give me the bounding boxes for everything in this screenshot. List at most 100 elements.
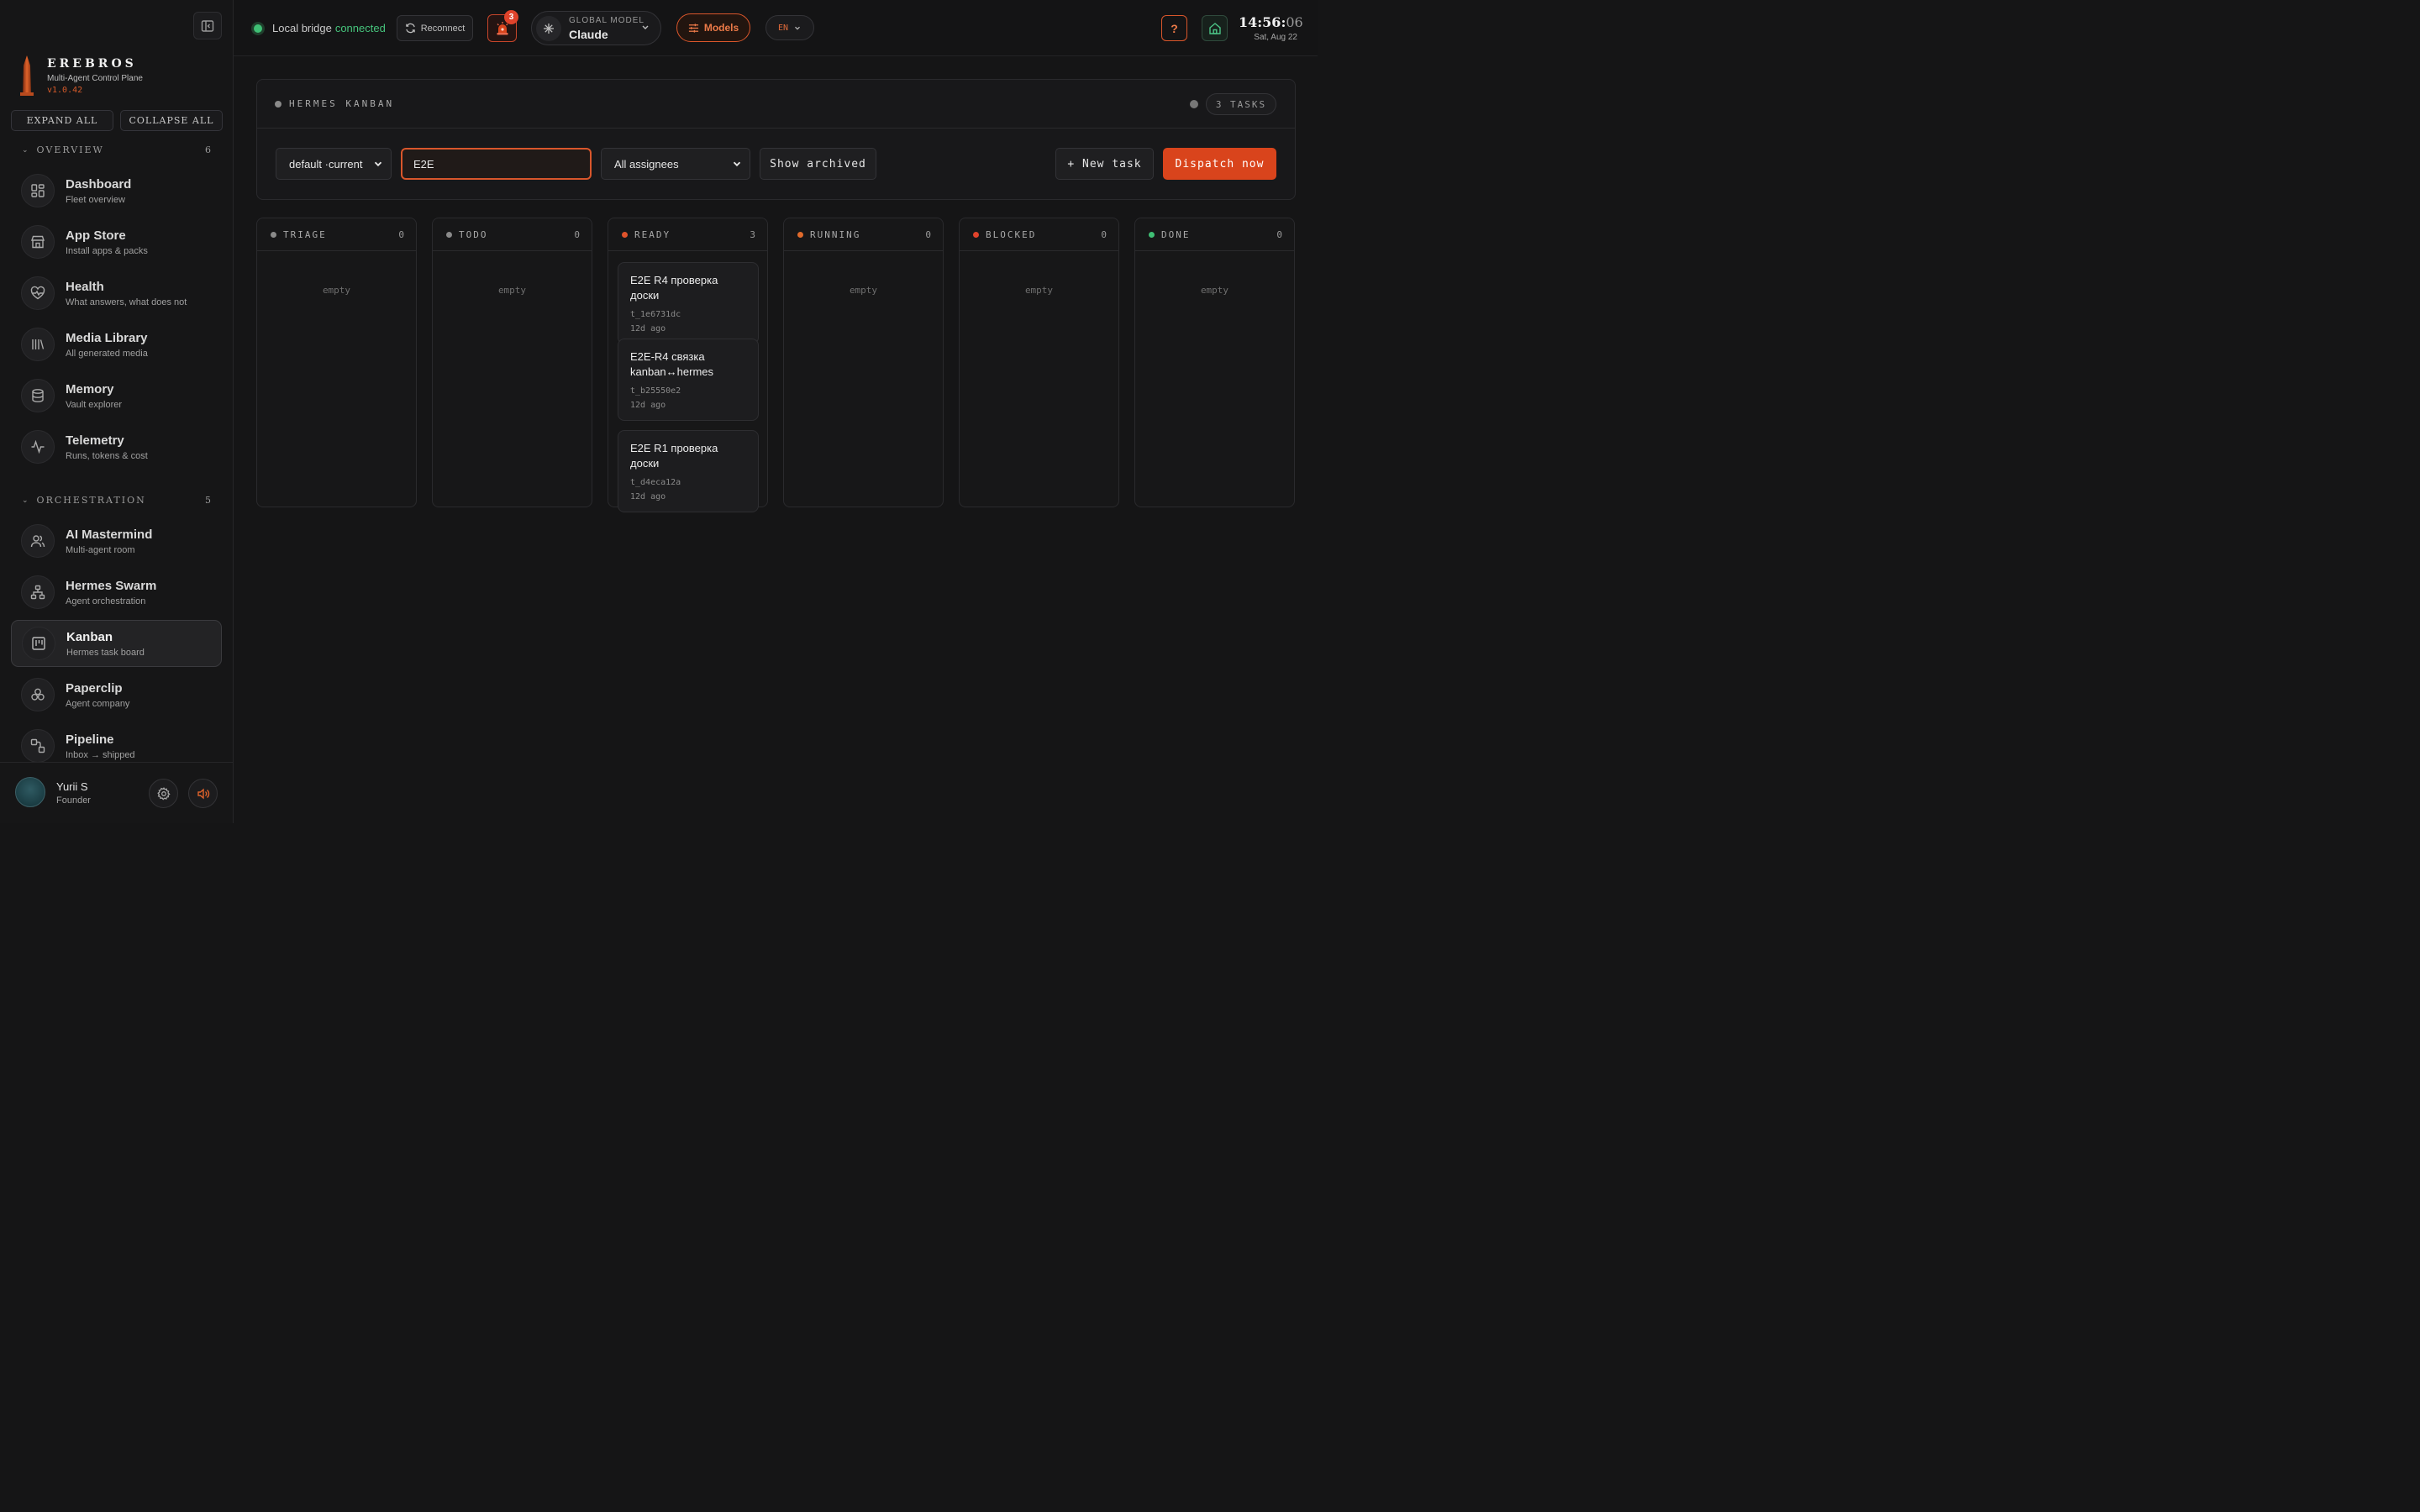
alerts-count-badge: 3: [504, 10, 518, 24]
column-header: RUNNING 0: [784, 218, 943, 251]
task-id: t_1e6731dc: [630, 310, 681, 319]
global-model-picker[interactable]: GLOBAL MODEL Claude: [531, 11, 661, 45]
sidebar-item-hermes-swarm[interactable]: Hermes Swarm Agent orchestration: [11, 569, 222, 616]
task-title: E2E-R4 связка kanban↔hermes: [630, 350, 713, 378]
task-id: t_d4eca12a: [630, 478, 681, 487]
speaker-icon: [197, 787, 209, 800]
expand-all-button[interactable]: EXPAND ALL: [11, 110, 113, 131]
task-title: E2E R1 проверка доски: [630, 442, 718, 470]
chevron-down-icon: [733, 161, 741, 167]
sidebar-item-app-store[interactable]: App Store Install apps & packs: [11, 218, 222, 265]
assignees-select[interactable]: All assignees: [601, 148, 750, 180]
tasks-count-badge: 3 TASKS: [1206, 93, 1276, 115]
new-task-button[interactable]: + New task: [1055, 148, 1154, 180]
user-bar: Yurii S Founder: [0, 762, 234, 823]
pipeline-icon: [21, 729, 55, 763]
user-name: Yurii S: [56, 780, 88, 793]
section-header-overview[interactable]: ⌄ OVERVIEW 6: [22, 144, 211, 155]
heart-pulse-icon: [21, 276, 55, 310]
search-input[interactable]: E2E: [401, 148, 592, 180]
status-dot-icon: [446, 231, 452, 238]
sidebar-toggle-button[interactable]: [193, 12, 222, 39]
column-empty-label: empty: [497, 285, 527, 296]
home-button[interactable]: [1202, 15, 1228, 41]
help-icon: ?: [1171, 21, 1178, 35]
dashboard-icon: [21, 174, 55, 207]
sidebar-panel-icon: [201, 19, 214, 32]
column-ready: READY 3 E2E R4 проверка доски t_1e6731dc…: [608, 218, 768, 512]
global-model-label: GLOBAL MODEL: [569, 16, 644, 25]
section-header-orchestration[interactable]: ⌄ ORCHESTRATION 5: [22, 495, 211, 506]
status-dot-icon: [622, 231, 628, 238]
sidebar-item-media-library[interactable]: Media Library All generated media: [11, 321, 222, 368]
task-card[interactable]: E2E-R4 связка kanban↔hermes t_b25550e2 1…: [618, 339, 759, 421]
column-empty-label: empty: [1024, 285, 1054, 296]
status-dot-icon: [271, 231, 276, 238]
status-dot-icon: [275, 100, 281, 108]
top-bar: Local bridge connected Reconnect 3 GLOBA…: [234, 0, 1318, 56]
dispatch-now-button[interactable]: Dispatch now: [1163, 148, 1276, 180]
bridge-connected-label: connected: [334, 22, 386, 34]
language-select[interactable]: EN: [765, 15, 814, 40]
brand-subtitle: Multi-Agent Control Plane: [47, 74, 143, 83]
column-blocked: BLOCKED 0 empty: [959, 218, 1119, 507]
sidebar-item-ai-mastermind[interactable]: AI Mastermind Multi-agent room: [11, 517, 222, 564]
sparkle-icon: [536, 16, 561, 41]
sidebar: EREBROS Multi-Agent Control Plane v1.0.4…: [0, 0, 234, 823]
column-empty-label: empty: [849, 285, 878, 296]
column-todo: TODO 0 empty: [432, 218, 592, 507]
task-age: 12d ago: [630, 492, 666, 501]
task-age: 12d ago: [630, 324, 666, 333]
task-card[interactable]: E2E R1 проверка доски t_d4eca12a 12d ago: [618, 430, 759, 512]
kanban-panel-header: HERMES KANBAN 3 TASKS: [257, 80, 1295, 129]
task-age: 12d ago: [630, 401, 666, 410]
sidebar-item-paperclip[interactable]: Paperclip Agent company: [11, 671, 222, 718]
brand-version: v1.0.42: [47, 86, 83, 95]
sidebar-item-memory[interactable]: Memory Vault explorer: [11, 372, 222, 419]
sidebar-item-dashboard[interactable]: Dashboard Fleet overview: [11, 167, 222, 214]
chevron-down-icon: ⌄: [22, 145, 30, 155]
home-icon: [1208, 22, 1221, 34]
task-card[interactable]: E2E R4 проверка доски t_1e6731dc 12d ago: [618, 262, 759, 344]
help-button[interactable]: ?: [1161, 15, 1187, 41]
global-model-value: Claude: [569, 28, 608, 41]
column-header: BLOCKED 0: [960, 218, 1118, 251]
sidebar-item-kanban[interactable]: Kanban Hermes task board: [11, 620, 222, 667]
sidebar-item-telemetry[interactable]: Telemetry Runs, tokens & cost: [11, 423, 222, 470]
brand: EREBROS Multi-Agent Control Plane v1.0.4…: [17, 55, 143, 96]
column-header: TRIAGE 0: [257, 218, 416, 251]
tasks-status-dot-icon: [1190, 100, 1198, 108]
circles-icon: [21, 678, 55, 711]
avatar[interactable]: [15, 777, 45, 807]
bridge-status: Local bridge connected: [254, 22, 386, 34]
page-title: HERMES KANBAN: [275, 98, 394, 109]
clock-date: Sat, Aug 22: [1254, 33, 1297, 42]
sound-button[interactable]: [188, 779, 218, 808]
tower-logo-icon: [20, 55, 34, 96]
sidebar-item-health[interactable]: Health What answers, what does not: [11, 270, 222, 317]
status-dot-icon: [1149, 231, 1155, 238]
kanban-panel: HERMES KANBAN 3 TASKS default ·current E…: [256, 79, 1296, 200]
column-done: DONE 0 empty: [1134, 218, 1295, 507]
library-icon: [21, 328, 55, 361]
board-select[interactable]: default ·current: [276, 148, 392, 180]
chevron-down-icon: [642, 25, 649, 29]
column-header: TODO 0: [433, 218, 592, 251]
settings-button[interactable]: [149, 779, 178, 808]
kanban-icon: [22, 627, 55, 660]
column-header: READY 3: [608, 218, 767, 251]
database-icon: [21, 379, 55, 412]
status-dot-icon: [797, 231, 803, 238]
collapse-all-button[interactable]: COLLAPSE ALL: [120, 110, 223, 131]
column-empty-label: empty: [322, 285, 351, 296]
gear-icon: [156, 786, 171, 801]
show-archived-button[interactable]: Show archived: [760, 148, 876, 180]
store-icon: [21, 225, 55, 259]
status-dot-icon: [973, 231, 979, 238]
column-header: DONE 0: [1135, 218, 1294, 251]
models-button[interactable]: Models: [676, 13, 750, 42]
column-triage: TRIAGE 0 empty: [256, 218, 417, 507]
reconnect-button[interactable]: Reconnect: [397, 15, 473, 41]
brand-name: EREBROS: [47, 57, 137, 71]
chevron-down-icon: [374, 161, 382, 167]
